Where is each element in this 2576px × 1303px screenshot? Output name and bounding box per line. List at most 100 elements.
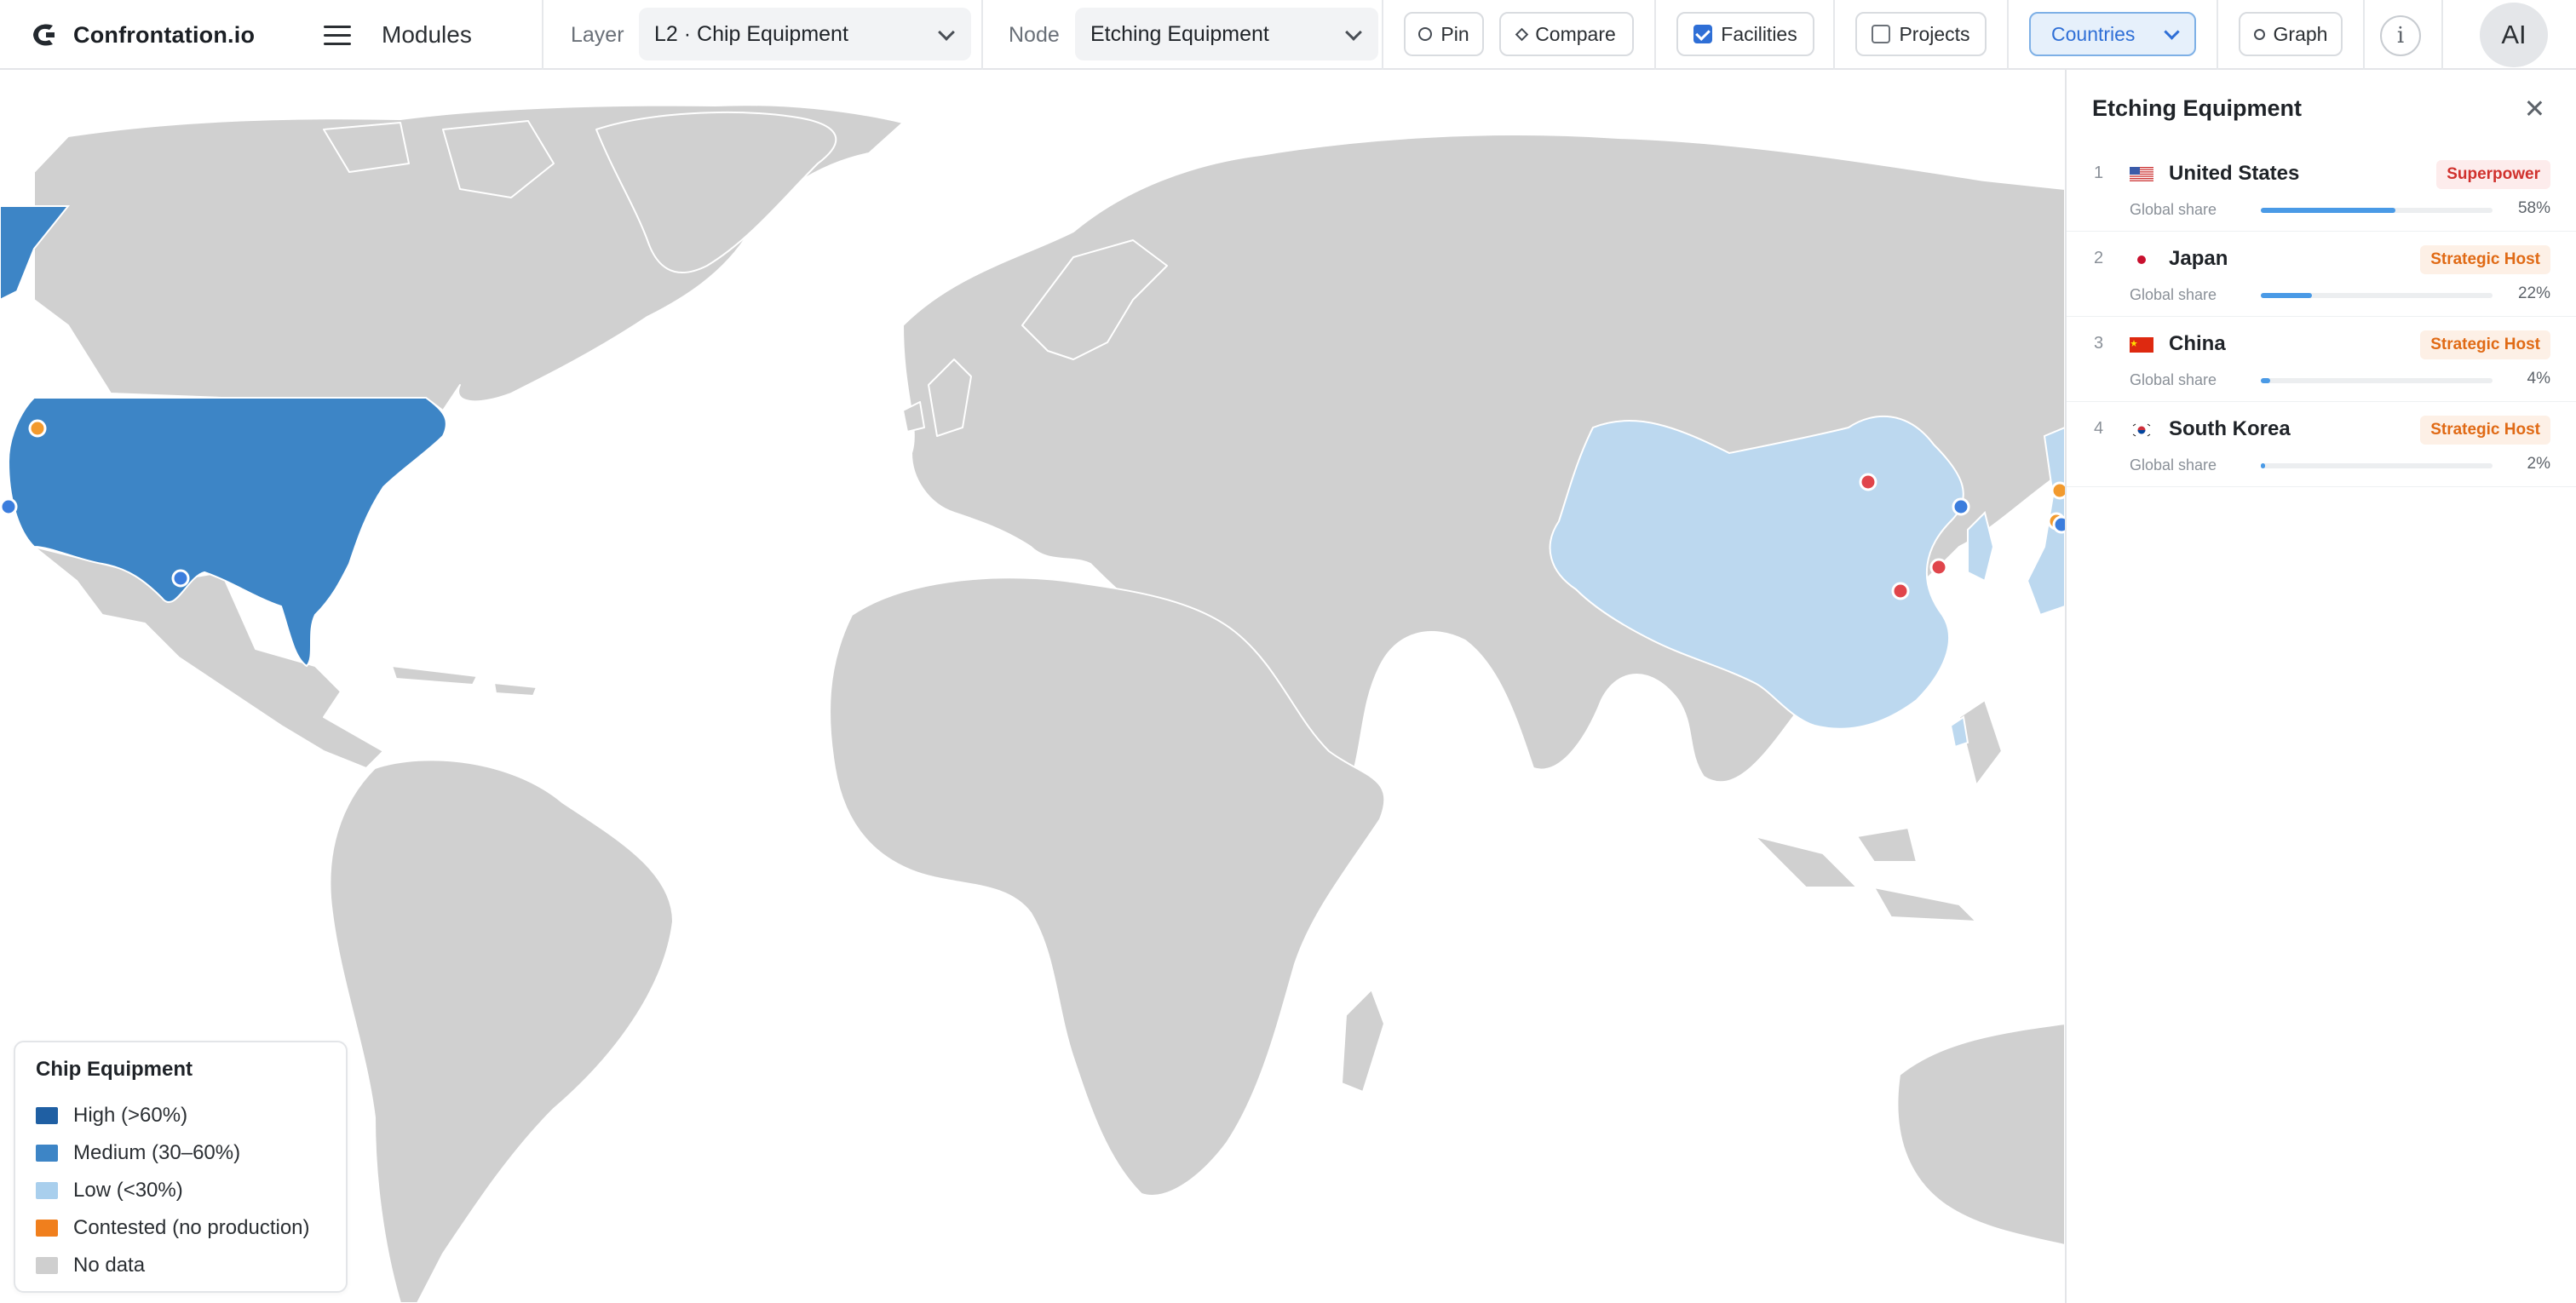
legend-title: Chip Equipment — [36, 1058, 193, 1081]
share-bar-fill — [2261, 378, 2270, 383]
app-name: Confrontation.io — [73, 21, 256, 48]
graph-button[interactable]: Graph — [2239, 12, 2343, 56]
pin-button-label: Pin — [1440, 22, 1469, 45]
country-row-japan[interactable]: 2 Japan Strategic Host Global share 22% — [2067, 232, 2576, 317]
global-share-label: Global share — [2130, 371, 2217, 388]
status-badge: Strategic Host — [2420, 330, 2550, 359]
country-name: United States — [2169, 162, 2300, 185]
share-bar — [2261, 293, 2493, 298]
indonesia — [1754, 827, 1977, 922]
japan-flag-icon — [2130, 252, 2153, 267]
legend-label: Medium (30–60%) — [73, 1141, 241, 1164]
madagascar — [1341, 989, 1385, 1093]
australia — [1896, 1023, 2065, 1246]
share-percent: 22% — [2517, 284, 2550, 302]
compare-button[interactable]: Compare — [1499, 12, 1634, 56]
divider — [1833, 0, 1835, 70]
rank: 3 — [2094, 334, 2104, 353]
hamburger-menu-icon[interactable] — [322, 19, 353, 51]
projects-checkbox[interactable] — [1872, 25, 1891, 43]
chevron-down-icon — [1345, 24, 1362, 41]
legend-swatch — [36, 1257, 58, 1274]
projects-toggle[interactable]: Projects — [1855, 12, 1987, 56]
facility-marker-us[interactable] — [1952, 497, 1970, 516]
chevron-down-icon — [938, 24, 955, 41]
country-row-us[interactable]: 1 United States Superpower Global share 58% — [2067, 146, 2576, 232]
layer-select[interactable]: L2 · Chip Equipment — [639, 8, 971, 60]
rank: 2 — [2094, 249, 2104, 267]
global-share-label: Global share — [2130, 286, 2217, 303]
country-name: South Korea — [2169, 417, 2291, 440]
divider — [2217, 0, 2218, 70]
rank: 1 — [2094, 164, 2104, 182]
us-flag-icon — [2130, 167, 2153, 182]
divider — [2363, 0, 2365, 70]
legend-swatch — [36, 1145, 58, 1162]
status-badge: Strategic Host — [2420, 245, 2550, 274]
share-bar — [2261, 208, 2493, 213]
facility-marker-us[interactable] — [171, 569, 190, 588]
divider — [1654, 0, 1656, 70]
divider — [2441, 0, 2443, 70]
legend-label: Contested (no production) — [73, 1216, 310, 1239]
south-america — [329, 759, 674, 1303]
node-select[interactable]: Etching Equipment — [1075, 8, 1378, 60]
country-name: Japan — [2169, 247, 2228, 270]
country-row-china[interactable]: 3 China Strategic Host Global share 4% — [2067, 317, 2576, 402]
facilities-toggle[interactable]: Facilities — [1676, 12, 1814, 56]
facility-marker-contested[interactable] — [2050, 481, 2065, 500]
pin-button[interactable]: Pin — [1404, 12, 1484, 56]
layer-select-value: L2 · Chip Equipment — [654, 21, 848, 46]
legend-swatch — [36, 1107, 58, 1124]
divider — [1382, 0, 1383, 70]
facility-marker-china[interactable] — [1859, 473, 1877, 491]
facility-marker-us[interactable] — [2052, 515, 2065, 534]
projects-label: Projects — [1899, 22, 1970, 45]
share-bar-fill — [2261, 293, 2312, 298]
c-logo-icon — [33, 24, 55, 46]
facility-marker-contested[interactable] — [28, 419, 47, 438]
share-percent: 4% — [2527, 370, 2550, 387]
view-mode-select[interactable]: Countries — [2029, 12, 2196, 56]
compare-icon — [1515, 27, 1529, 41]
share-percent: 2% — [2527, 455, 2550, 473]
node-label: Node — [1009, 22, 1060, 47]
status-badge: Strategic Host — [2420, 416, 2550, 445]
divider — [2007, 0, 2009, 70]
share-bar-fill — [2261, 208, 2395, 213]
share-percent: 58% — [2517, 199, 2550, 217]
legend-label: High (>60%) — [73, 1104, 188, 1127]
compare-button-label: Compare — [1535, 22, 1616, 45]
map-legend: Chip Equipment High (>60%) Medium (30–60%… — [14, 1041, 348, 1293]
country-name: China — [2169, 332, 2226, 355]
modules-label[interactable]: Modules — [382, 0, 472, 70]
view-mode-value: Countries — [2051, 22, 2136, 45]
info-icon[interactable]: i — [2380, 15, 2421, 56]
status-badge: Superpower — [2436, 160, 2550, 189]
global-share-label: Global share — [2130, 201, 2217, 218]
facility-marker-us[interactable] — [0, 497, 18, 516]
close-icon[interactable] — [2521, 95, 2547, 121]
legend-item: High (>60%) — [36, 1097, 325, 1134]
layer-label: Layer — [571, 22, 624, 47]
graph-button-label: Graph — [2273, 22, 2328, 45]
caribbean — [391, 665, 538, 697]
legend-label: Low (<30%) — [73, 1179, 183, 1202]
facilities-checkbox[interactable] — [1693, 25, 1713, 43]
graph-icon — [2253, 28, 2265, 40]
share-bar — [2261, 463, 2493, 468]
legend-item: Contested (no production) — [36, 1209, 325, 1247]
facility-marker-china[interactable] — [1891, 582, 1910, 600]
share-bar — [2261, 378, 2493, 383]
details-panel: Etching Equipment 1 United States Superpow… — [2065, 70, 2576, 1303]
chevron-down-icon — [2164, 24, 2180, 40]
pin-icon — [1418, 27, 1433, 41]
country-row-south-korea[interactable]: 4 South Korea Strategic Host Global share 2% — [2067, 402, 2576, 487]
top-bar: Confrontation.io Modules Layer L2 · Chip… — [0, 0, 2576, 70]
avatar[interactable]: AI — [2480, 3, 2548, 67]
facility-marker-china[interactable] — [1929, 558, 1948, 577]
divider — [981, 0, 983, 70]
brand[interactable]: Confrontation.io — [29, 0, 255, 70]
legend-label: No data — [73, 1254, 146, 1277]
legend-swatch — [36, 1220, 58, 1237]
